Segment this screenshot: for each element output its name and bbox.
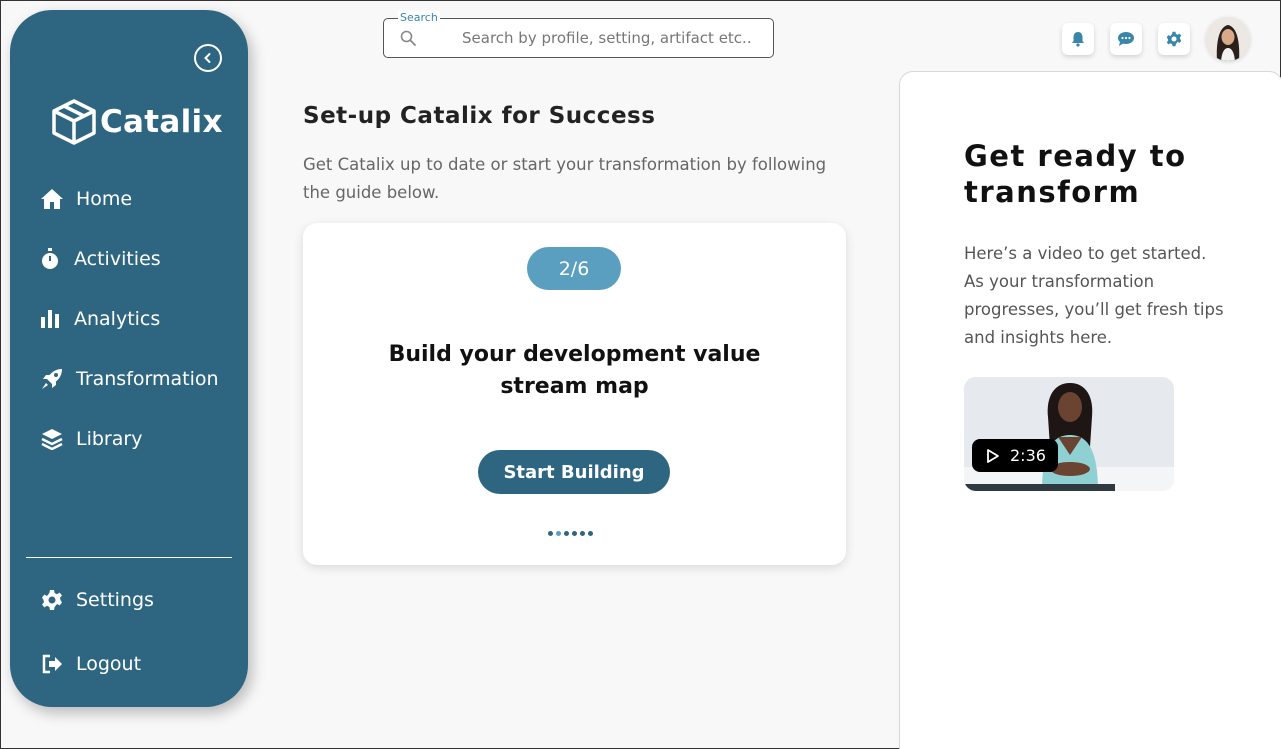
notifications-button[interactable] [1062,23,1094,55]
stopwatch-icon [40,247,60,271]
user-avatar[interactable] [1206,17,1250,61]
sidebar-item-home[interactable]: Home [40,184,132,214]
settings-button[interactable] [1158,23,1190,55]
sidebar-item-logout[interactable]: Logout [40,649,141,679]
setup-step-card: 2/6 Build your development value stream … [303,223,846,565]
video-progress-bar [964,484,1116,491]
sidebar-item-label: Analytics [74,308,161,330]
gear-icon [40,588,64,612]
collapse-sidebar-button[interactable] [194,44,222,72]
step-title: Build your development value stream map [388,342,761,399]
page-subtitle: Get Catalix up to date or start your tra… [303,155,827,202]
sidebar-item-settings[interactable]: Settings [40,585,154,615]
sidebar-item-label: Home [76,188,133,210]
step-pagination-dots [548,531,593,536]
sidebar-item-activities[interactable]: Activities [40,244,161,274]
search-icon [400,30,416,50]
video-play-badge[interactable]: 2:36 [972,439,1058,472]
chevron-left-icon [204,53,211,63]
bar-chart-icon [40,307,60,331]
search-label: Search [398,11,440,25]
sidebar-divider [26,557,232,558]
sidebar-item-library[interactable]: Library [40,424,142,454]
step-counter-badge: 2/6 [527,247,621,290]
pagination-dot[interactable] [548,531,553,536]
logout-icon [40,652,64,676]
sidebar-item-label: Logout [76,653,142,675]
sidebar-item-transformation[interactable]: Transformation [40,364,219,394]
right-panel: Get ready to transform Here’s a video to… [899,71,1281,749]
sidebar-item-label: Transformation [76,368,219,390]
panel-title: Get ready to transform [964,139,1187,209]
pagination-dot[interactable] [580,531,585,536]
search-box: Search [383,11,774,58]
bell-icon [1072,32,1084,47]
cube-icon [52,99,96,145]
search-input[interactable] [462,27,762,49]
logo[interactable]: Catalix [50,98,223,146]
sidebar-item-label: Settings [76,589,154,611]
sidebar-item-analytics[interactable]: Analytics [40,304,160,334]
pagination-dot[interactable] [564,531,569,536]
sidebar-item-label: Library [76,428,143,450]
video-duration: 2:36 [1010,446,1046,465]
pagination-dot[interactable] [572,531,577,536]
sidebar: Catalix Home Activities Analytics Transf… [10,10,248,707]
pagination-dot[interactable] [588,531,593,536]
intro-video-thumbnail[interactable]: 2:36 [964,377,1174,491]
start-building-button[interactable]: Start Building [478,450,670,494]
rocket-icon [40,367,64,391]
gear-icon [1166,31,1182,47]
logo-text: Catalix [100,104,223,140]
messages-button[interactable] [1110,23,1142,55]
pagination-dot[interactable] [556,531,561,536]
page-title: Set-up Catalix for Success [303,103,656,129]
chat-icon [1118,32,1134,46]
panel-text: Here’s a video to get started. As your t… [964,244,1224,347]
sidebar-item-label: Activities [74,248,161,270]
layers-icon [40,427,64,451]
play-icon [987,448,999,463]
video-thumbnail-image [964,377,1174,491]
avatar-image [1206,17,1250,61]
home-icon [40,187,64,211]
